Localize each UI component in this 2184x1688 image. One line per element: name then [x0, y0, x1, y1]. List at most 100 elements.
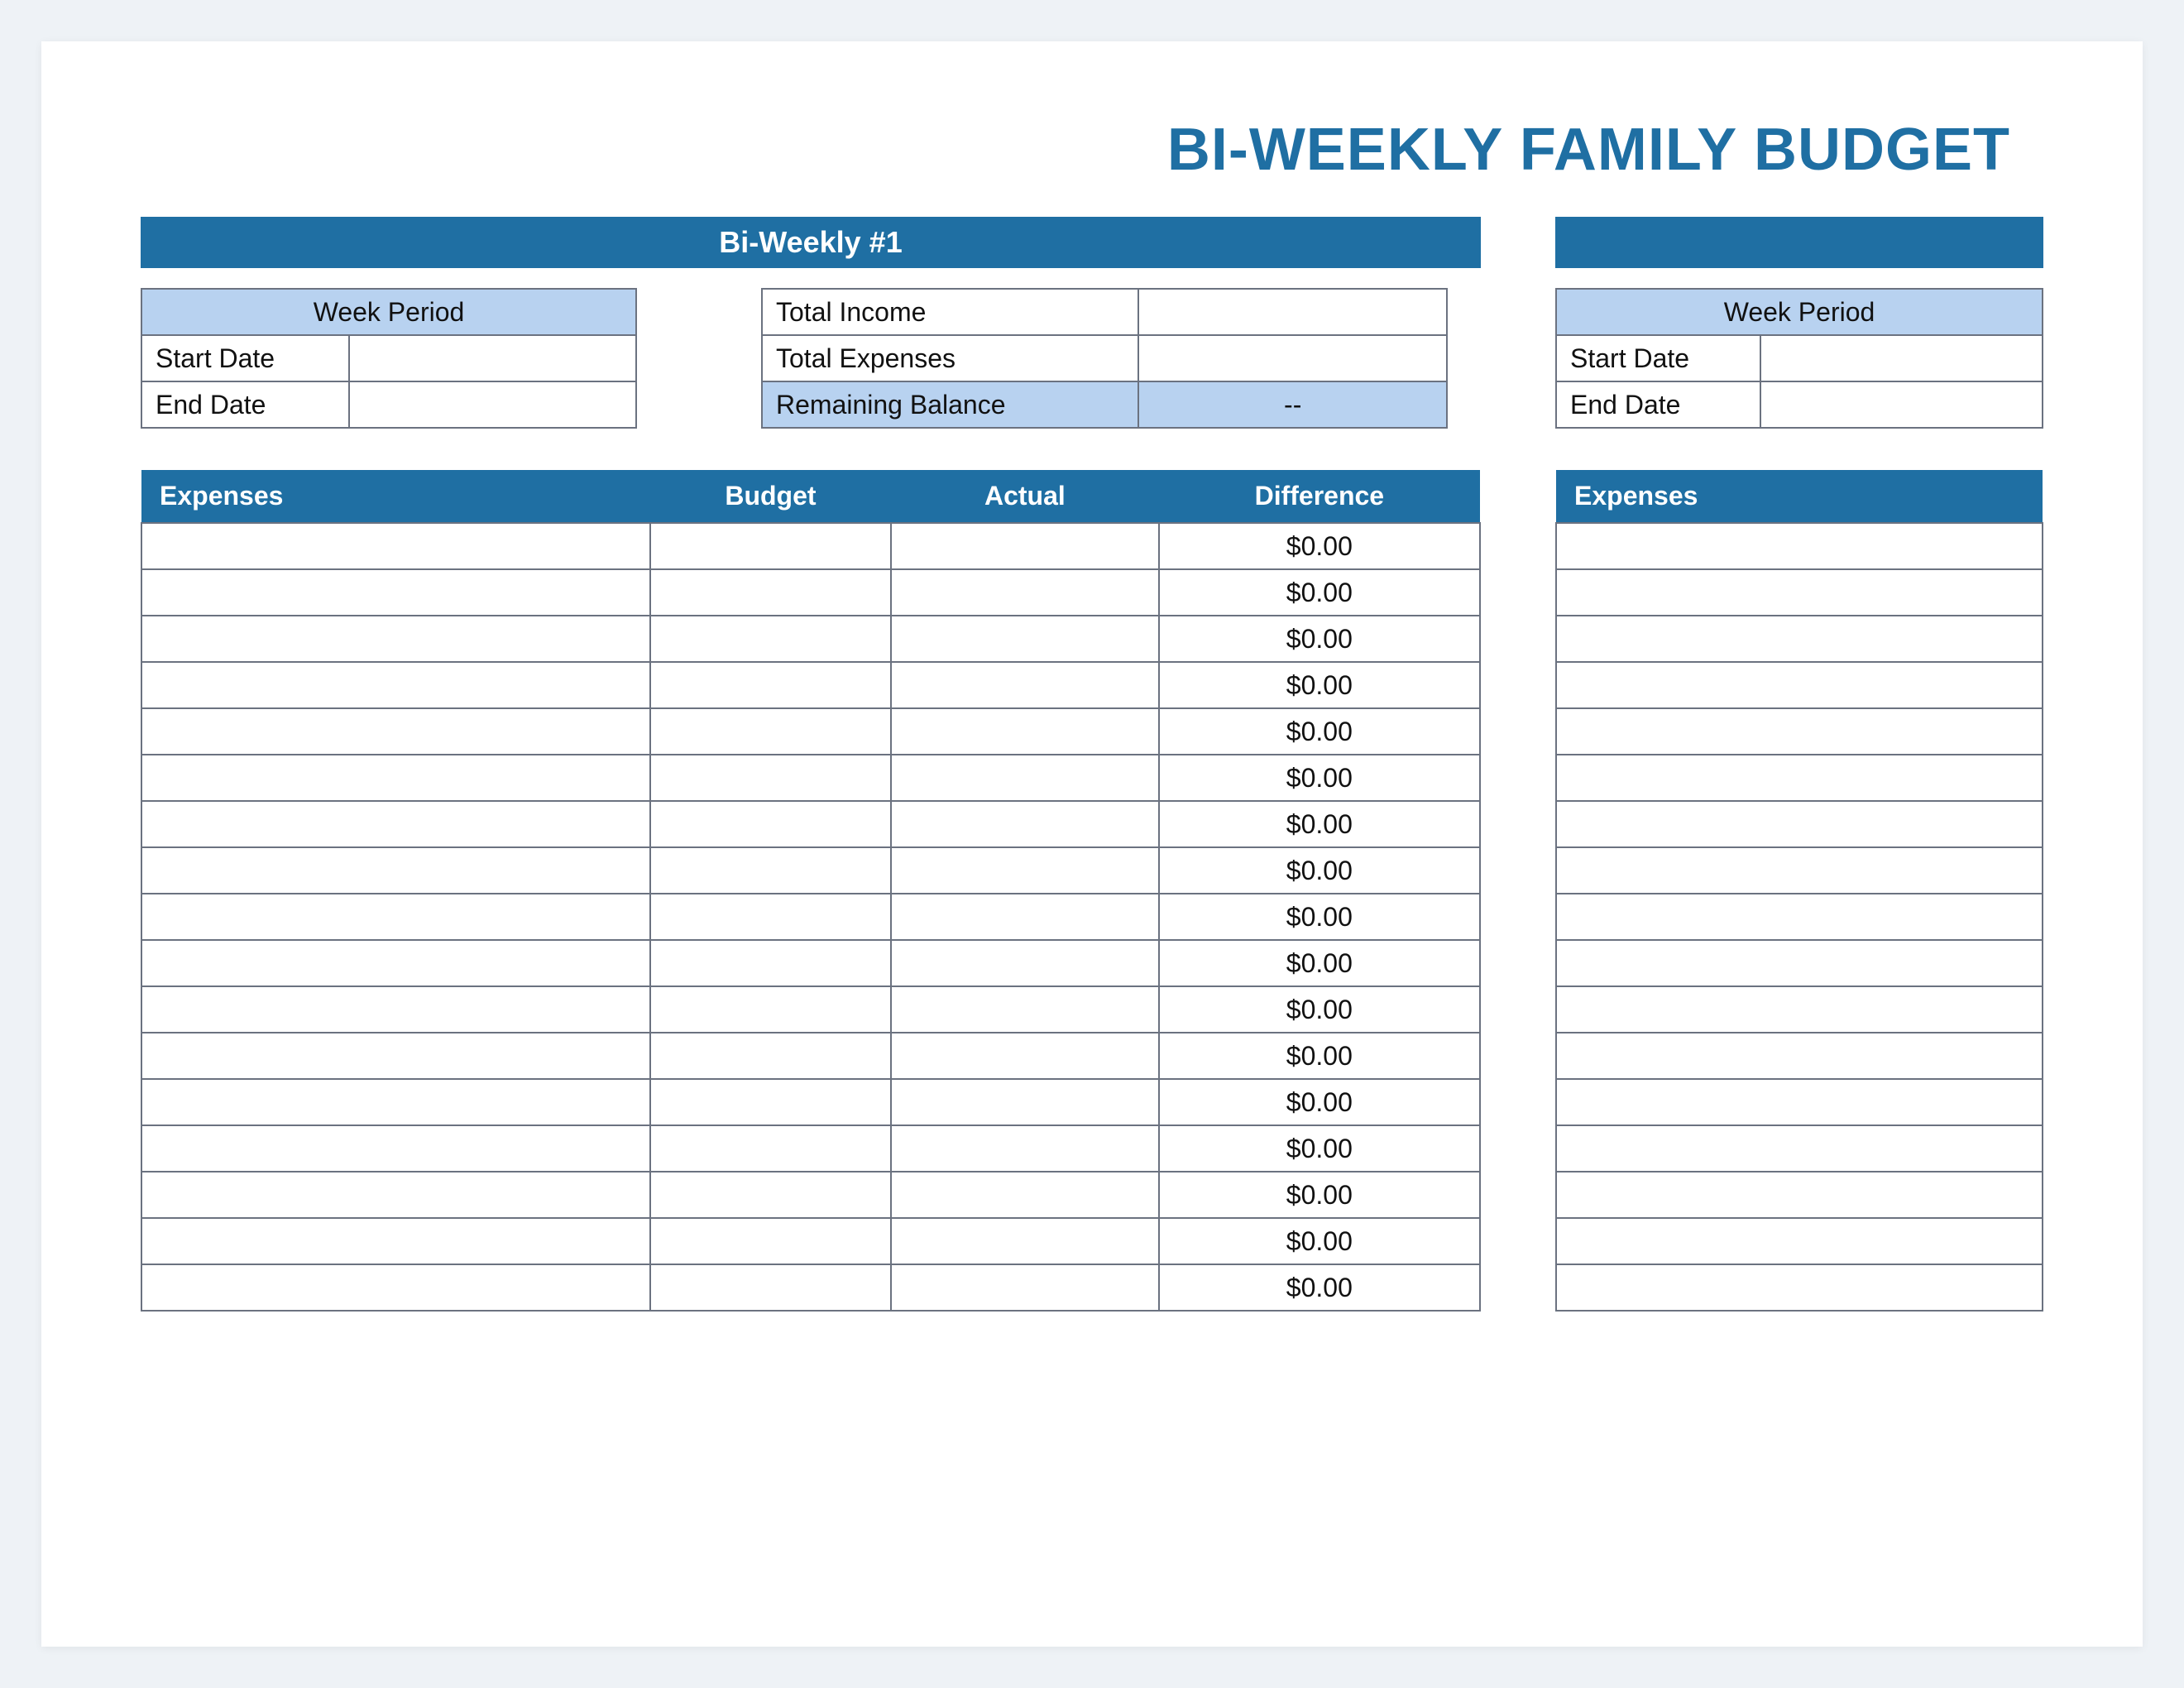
expense-cell[interactable]: [141, 616, 650, 662]
actual-cell[interactable]: [891, 1218, 1159, 1264]
expense-cell[interactable]: [141, 940, 650, 986]
table-row: $0.00: [141, 1218, 1480, 1264]
actual-cell[interactable]: [891, 801, 1159, 847]
difference-cell: $0.00: [1159, 1172, 1480, 1218]
expenses-table-left: Expenses Budget Actual Difference $0.00$…: [141, 470, 1481, 1312]
expense-cell[interactable]: [141, 523, 650, 569]
start-date-cell-right[interactable]: [1760, 335, 2043, 381]
actual-cell[interactable]: [891, 1079, 1159, 1125]
expense-cell[interactable]: [1556, 1264, 2043, 1311]
section-header-blank: .: [1555, 217, 2043, 268]
end-date-cell-right[interactable]: [1760, 381, 2043, 428]
budget-cell[interactable]: [650, 894, 891, 940]
actual-cell[interactable]: [891, 1125, 1159, 1172]
budget-cell[interactable]: [650, 616, 891, 662]
expense-cell[interactable]: [1556, 1079, 2043, 1125]
expense-cell[interactable]: [141, 1264, 650, 1311]
expense-cell[interactable]: [141, 1218, 650, 1264]
expense-cell[interactable]: [141, 1033, 650, 1079]
budget-cell[interactable]: [650, 1172, 891, 1218]
col-header-expenses: Expenses: [141, 470, 650, 523]
total-expenses-cell[interactable]: [1138, 335, 1447, 381]
budget-cell[interactable]: [650, 1033, 891, 1079]
budget-cell[interactable]: [650, 801, 891, 847]
start-date-label-right: Start Date: [1556, 335, 1760, 381]
expense-cell[interactable]: [141, 986, 650, 1033]
actual-cell[interactable]: [891, 616, 1159, 662]
budget-cell[interactable]: [650, 755, 891, 801]
page-title: BI-WEEKLY FAMILY BUDGET: [141, 116, 2043, 184]
summary-row: Week Period Start Date End Date: [141, 288, 1481, 429]
difference-cell: $0.00: [1159, 1264, 1480, 1311]
difference-cell: $0.00: [1159, 1033, 1480, 1079]
budget-cell[interactable]: [650, 1218, 891, 1264]
budget-cell[interactable]: [650, 708, 891, 755]
actual-cell[interactable]: [891, 894, 1159, 940]
actual-cell[interactable]: [891, 569, 1159, 616]
week-period-box-right: Week Period Start Date End Date: [1555, 288, 2043, 429]
difference-cell: $0.00: [1159, 1079, 1480, 1125]
actual-cell[interactable]: [891, 708, 1159, 755]
expense-cell[interactable]: [1556, 616, 2043, 662]
budget-cell[interactable]: [650, 847, 891, 894]
expense-cell[interactable]: [1556, 940, 2043, 986]
budget-cell[interactable]: [650, 986, 891, 1033]
actual-cell[interactable]: [891, 1264, 1159, 1311]
expense-cell[interactable]: [1556, 708, 2043, 755]
budget-cell[interactable]: [650, 940, 891, 986]
end-date-cell[interactable]: [349, 381, 636, 428]
budget-cell[interactable]: [650, 1079, 891, 1125]
total-income-label: Total Income: [762, 289, 1138, 335]
expense-cell[interactable]: [1556, 1172, 2043, 1218]
expense-cell[interactable]: [1556, 847, 2043, 894]
difference-cell: $0.00: [1159, 755, 1480, 801]
expense-cell[interactable]: [141, 755, 650, 801]
table-row: [1556, 986, 2043, 1033]
budget-cell[interactable]: [650, 1264, 891, 1311]
expense-cell[interactable]: [1556, 569, 2043, 616]
expense-cell[interactable]: [1556, 523, 2043, 569]
expense-cell[interactable]: [1556, 894, 2043, 940]
difference-cell: $0.00: [1159, 616, 1480, 662]
expense-cell[interactable]: [1556, 801, 2043, 847]
expense-cell[interactable]: [1556, 1218, 2043, 1264]
expense-cell[interactable]: [1556, 755, 2043, 801]
actual-cell[interactable]: [891, 940, 1159, 986]
table-row: [1556, 1079, 2043, 1125]
expense-cell[interactable]: [141, 708, 650, 755]
actual-cell[interactable]: [891, 986, 1159, 1033]
budget-cell[interactable]: [650, 1125, 891, 1172]
actual-cell[interactable]: [891, 1033, 1159, 1079]
expense-cell[interactable]: [1556, 1125, 2043, 1172]
table-row: $0.00: [141, 662, 1480, 708]
expense-cell[interactable]: [141, 847, 650, 894]
start-date-cell[interactable]: [349, 335, 636, 381]
table-row: [1556, 1033, 2043, 1079]
actual-cell[interactable]: [891, 847, 1159, 894]
budget-cell[interactable]: [650, 569, 891, 616]
expense-cell[interactable]: [1556, 1033, 2043, 1079]
difference-cell: $0.00: [1159, 523, 1480, 569]
expense-cell[interactable]: [1556, 986, 2043, 1033]
actual-cell[interactable]: [891, 755, 1159, 801]
expense-cell[interactable]: [1556, 662, 2043, 708]
expense-cell[interactable]: [141, 569, 650, 616]
expense-cell[interactable]: [141, 801, 650, 847]
actual-cell[interactable]: [891, 523, 1159, 569]
end-date-label-right: End Date: [1556, 381, 1760, 428]
difference-cell: $0.00: [1159, 894, 1480, 940]
difference-cell: $0.00: [1159, 1218, 1480, 1264]
expense-cell[interactable]: [141, 1172, 650, 1218]
expense-cell[interactable]: [141, 1125, 650, 1172]
total-income-cell[interactable]: [1138, 289, 1447, 335]
expense-cell[interactable]: [141, 1079, 650, 1125]
table-row: $0.00: [141, 1264, 1480, 1311]
expense-cell[interactable]: [141, 894, 650, 940]
actual-cell[interactable]: [891, 1172, 1159, 1218]
actual-cell[interactable]: [891, 662, 1159, 708]
budget-cell[interactable]: [650, 662, 891, 708]
col-header-difference: Difference: [1159, 470, 1480, 523]
budget-cell[interactable]: [650, 523, 891, 569]
expense-cell[interactable]: [141, 662, 650, 708]
total-expenses-label: Total Expenses: [762, 335, 1138, 381]
